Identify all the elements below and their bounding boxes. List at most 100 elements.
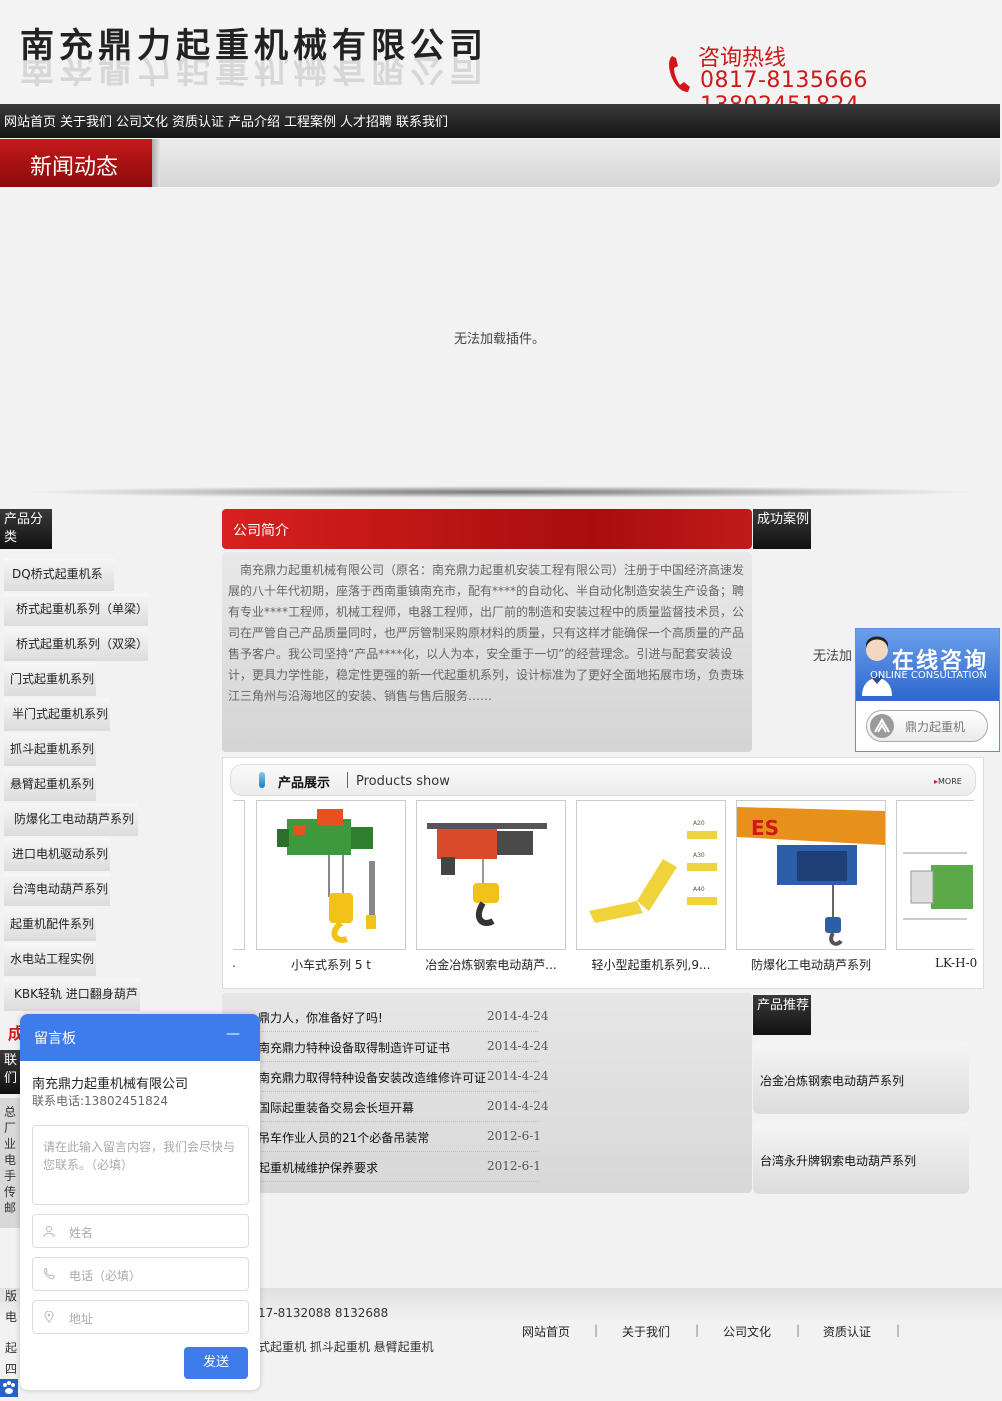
category-item[interactable]: 半门式起重机系列 <box>4 698 110 731</box>
footer-left-partial: 版 电 起 四 <box>5 1286 17 1380</box>
message-board-title: 留言板 <box>34 1031 76 1047</box>
footer-divider: | <box>695 1323 700 1337</box>
news-banner-title[interactable]: 新闻动态 <box>30 149 118 181</box>
category-item[interactable]: 防爆化工电动葫芦系列 <box>4 803 138 836</box>
message-content-field[interactable]: 请在此输入留言内容，我们会尽快与您联系。（必填） <box>32 1125 249 1205</box>
consult-subtitle: ONLINE CONSULTATION <box>870 670 987 681</box>
banner-shadow <box>20 486 980 498</box>
nav-item-culture[interactable]: 公司文化 <box>116 111 168 130</box>
nav-item-cases[interactable]: 工程案例 <box>284 111 336 130</box>
nav-item-jobs[interactable]: 人才招聘 <box>340 111 392 130</box>
category-item[interactable]: 水电站工程实例 <box>4 943 96 976</box>
product-showcase-header <box>230 764 976 796</box>
product-name[interactable]: 冶金冶炼钢索电动葫芦... <box>416 956 566 973</box>
news-title[interactable]: 国际起重装备交易会长垣开幕 <box>258 1099 414 1116</box>
site-logo-reflection: 南充鼎力起重机械有限公司 <box>20 56 488 88</box>
product-image <box>277 809 376 943</box>
name-placeholder: 姓名 <box>69 1226 94 1240</box>
minimize-button[interactable]: — <box>226 1026 240 1042</box>
news-date: 2014-4-24 <box>487 1069 549 1083</box>
phone-icon <box>669 56 690 92</box>
product-card[interactable] <box>416 800 566 950</box>
plugin-error-message: 无法加载插件。 <box>454 332 546 347</box>
nav-item-contact[interactable]: 联系我们 <box>396 111 448 130</box>
recommend-item[interactable]: 冶金冶炼钢索电动葫芦系列 <box>753 1042 969 1114</box>
news-date: 2012-6-1 <box>487 1159 541 1173</box>
footer-link-certification[interactable]: 资质认证 <box>823 1323 871 1340</box>
news-tab-divider <box>152 139 160 187</box>
category-item[interactable]: 台湾电动葫芦系列 <box>4 873 110 906</box>
news-title[interactable]: 吊车作业人员的21个必备吊装常 <box>258 1129 429 1146</box>
footer-link-culture[interactable]: 公司文化 <box>723 1323 771 1340</box>
agent-avatar-icon <box>862 636 892 696</box>
product-card[interactable]: ES <box>736 800 886 950</box>
category-item[interactable]: KBK轻轨 进口翻身葫芦 <box>4 978 140 1011</box>
news-date: 2014-4-24 <box>487 1039 549 1053</box>
news-title[interactable]: 鼎力人，你准备好了吗! <box>258 1009 383 1026</box>
contact-line: 手 <box>4 1169 17 1183</box>
product-card[interactable] <box>256 800 406 950</box>
category-item[interactable]: 桥式起重机系列（单梁） <box>4 593 148 626</box>
nav-item-about[interactable]: 关于我们 <box>60 111 112 130</box>
address-field[interactable]: 地址 <box>32 1300 249 1334</box>
recommend-item-label: 台湾永升牌钢索电动葫芦系列 <box>760 1154 917 1168</box>
nav-item-home[interactable]: 网站首页 <box>4 111 56 130</box>
footer-divider: | <box>594 1323 599 1337</box>
news-date: 2012-6-1 <box>487 1129 541 1143</box>
product-showcase-title: 产品展示 <box>278 776 331 791</box>
category-item[interactable]: 门式起重机系列 <box>4 663 96 696</box>
product-name-partial: . <box>232 956 236 970</box>
category-item[interactable]: 进口电机驱动系列 <box>4 838 110 871</box>
product-name[interactable]: 小车式系列 5 t <box>256 956 406 973</box>
footer-keywords: 式起重机 抓斗起重机 悬臂起重机 <box>258 1340 434 1354</box>
category-item[interactable]: 桥式起重机系列（双梁） <box>4 628 148 661</box>
contact-line: 电 <box>4 1153 17 1167</box>
contact-line: 总 <box>4 1105 17 1119</box>
main-nav: 网站首页 关于我们 公司文化 资质认证 产品介绍 工程案例 人才招聘 联系我们 <box>0 104 1000 138</box>
svg-text:A30: A30 <box>693 852 705 859</box>
consult-button[interactable]: 鼎力起重机 <box>866 710 988 742</box>
news-title[interactable]: 南充鼎力特种设备取得制造许可证书 <box>258 1039 450 1056</box>
more-label: MORE <box>938 777 962 786</box>
product-category-title: 产品分类 <box>0 509 52 549</box>
name-field[interactable]: 姓名 <box>32 1214 249 1248</box>
send-button[interactable]: 发送 <box>184 1347 248 1379</box>
product-card[interactable]: A20 A30 A40 <box>576 800 726 950</box>
intro-title[interactable]: 公司简介 <box>233 520 289 540</box>
news-title[interactable]: 起重机械维护保养要求 <box>258 1159 378 1176</box>
footer-link-home[interactable]: 网站首页 <box>522 1323 570 1340</box>
baidu-paw-icon[interactable] <box>0 1379 18 1397</box>
footer-line: 起 <box>5 1341 18 1355</box>
category-item[interactable]: 起重机配件系列 <box>4 908 96 941</box>
nav-item-certification[interactable]: 资质认证 <box>172 111 224 130</box>
product-more-link[interactable]: ▸MORE <box>934 777 962 786</box>
phone-placeholder: 电话（必填） <box>69 1269 142 1283</box>
news-title[interactable]: 南充鼎力取得特种设备安装改造维修许可证 <box>258 1069 486 1086</box>
product-name[interactable]: 防爆化工电动葫芦系列 <box>736 956 886 973</box>
product-name[interactable]: LK-H-0 <box>935 956 977 970</box>
product-name[interactable]: 轻小型起重机系列,9... <box>576 956 726 973</box>
product-showcase-subtitle: Products show <box>356 774 450 789</box>
category-item[interactable]: 悬臂起重机系列 <box>4 768 96 801</box>
footer-line: 版 <box>5 1289 18 1303</box>
success-plugin-message: 无法加 <box>813 649 853 664</box>
recommend-item-label: 冶金冶炼钢索电动葫芦系列 <box>760 1074 905 1088</box>
footer-phone: 17-8132088 8132688 <box>258 1306 389 1320</box>
contact-partial-box: 总 厂 业 电 手 传 邮 <box>0 1098 20 1228</box>
category-item[interactable]: 抓斗起重机系列 <box>4 733 96 766</box>
footer-link-about[interactable]: 关于我们 <box>622 1323 670 1340</box>
nav-item-products[interactable]: 产品介绍 <box>228 111 280 130</box>
svg-text:A40: A40 <box>693 886 705 893</box>
footer-line: 四 <box>5 1362 18 1376</box>
recommend-title: 产品推荐 <box>753 995 811 1035</box>
consult-button-label: 鼎力起重机 <box>905 720 966 734</box>
category-item[interactable]: DQ桥式起重机系列 <box>4 558 114 614</box>
location-icon <box>44 1311 54 1323</box>
phone-field[interactable]: 电话（必填） <box>32 1257 249 1291</box>
user-icon <box>43 1226 55 1237</box>
product-card-partial[interactable] <box>233 800 245 950</box>
success-cases-title: 成功案例 <box>753 509 811 549</box>
paw-icon <box>3 1381 15 1394</box>
product-card[interactable] <box>896 800 974 950</box>
recommend-item[interactable]: 台湾永升牌钢索电动葫芦系列 <box>753 1122 969 1194</box>
